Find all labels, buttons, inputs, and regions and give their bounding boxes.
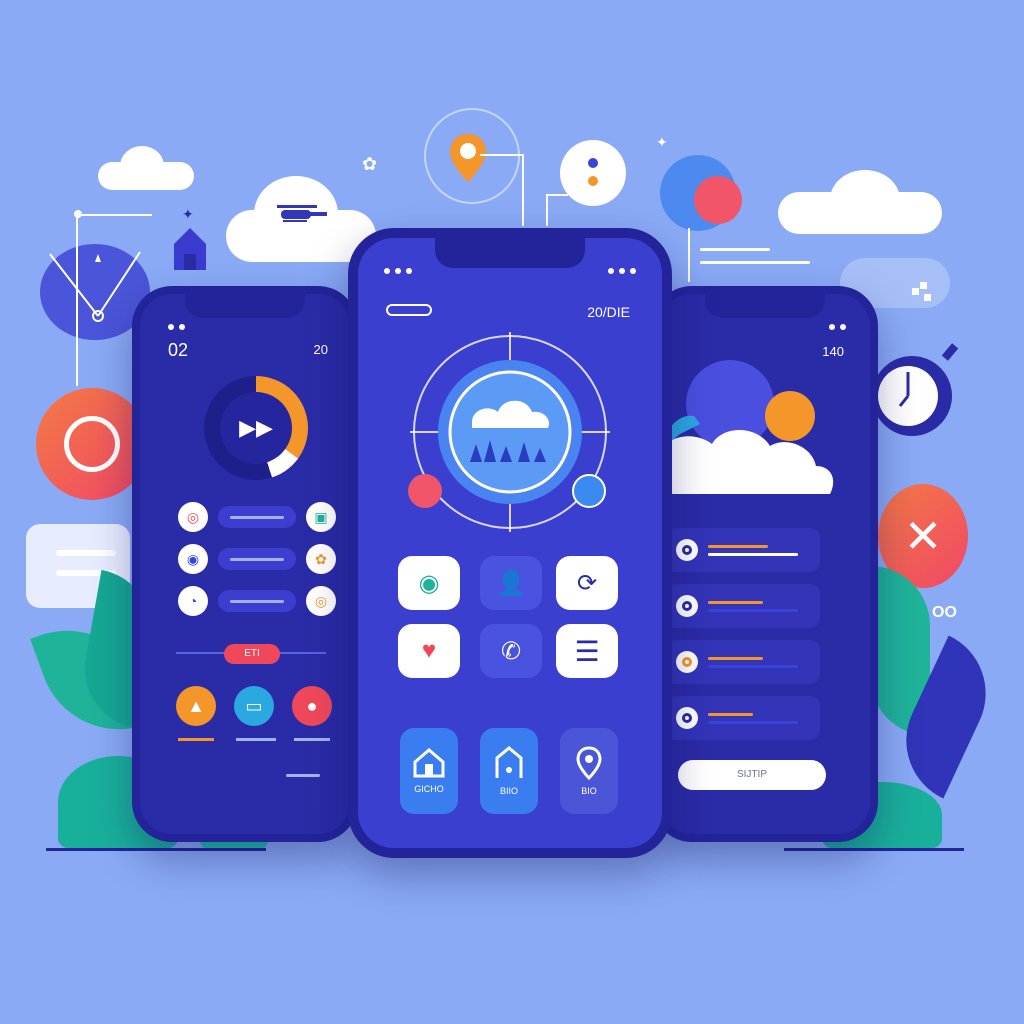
ground-line-left <box>46 848 266 851</box>
left-action-button[interactable]: ЕТІ <box>224 644 280 664</box>
header-label: 20/DIE <box>587 304 630 320</box>
warning-icon[interactable]: ▲ <box>176 686 216 726</box>
stopwatch-icon <box>872 334 962 446</box>
house-deco-icon <box>170 222 210 272</box>
right-corner-label: 20 <box>313 342 328 357</box>
hero-red-node[interactable] <box>408 474 442 508</box>
app-row-3[interactable]: ◔ ◎ <box>178 586 336 616</box>
tile-chat[interactable]: ✆ <box>480 624 542 678</box>
status-dots-left <box>384 268 412 274</box>
list-item[interactable] <box>666 584 820 628</box>
balloon-string <box>688 228 690 282</box>
tile-heart[interactable]: ♥ <box>398 624 460 678</box>
phone-notch <box>705 294 825 318</box>
list-item[interactable] <box>666 696 820 740</box>
image-icon[interactable]: ▭ <box>234 686 274 726</box>
list-item[interactable] <box>666 528 820 572</box>
swipe-indicator[interactable] <box>286 774 320 777</box>
dock-location-label: BIO <box>581 786 597 796</box>
badge-icon[interactable]: ● <box>292 686 332 726</box>
sparkle-icon-3: ✦ <box>182 206 194 222</box>
left-corner-label: 02 <box>168 340 189 360</box>
tile-circle[interactable]: ◉ <box>398 556 460 610</box>
sparkle-icon-2: ✦ <box>656 134 668 150</box>
bottom-right-text: OO <box>932 604 957 621</box>
blue-dot-icon <box>588 158 598 168</box>
connector-line-2 <box>546 194 568 226</box>
tile-user[interactable]: 👤 <box>480 556 542 610</box>
ground-line-right <box>784 848 964 851</box>
app-blue-icon[interactable]: ◉ <box>178 544 208 574</box>
left-phone: 02 20 ▶▶ ◎ ▣ ◉ ✿ ◔ ◎ ЕТІ ▲ ▭ ● <box>132 286 358 842</box>
list-item[interactable] <box>666 640 820 684</box>
home-icon <box>413 748 445 778</box>
app-row-1[interactable]: ◎ ▣ <box>178 502 336 532</box>
app-orange-icon-2[interactable]: ◎ <box>306 586 336 616</box>
weather-sun-cloud-icon <box>660 354 840 494</box>
location-pin-icon <box>576 746 602 780</box>
dock-house-label: BIIO <box>499 786 518 796</box>
house-icon <box>495 746 523 778</box>
play-forward-icon[interactable]: ▶▶ <box>239 415 273 441</box>
deco-lines <box>700 248 810 268</box>
app-orange-icon[interactable]: ✿ <box>306 544 336 574</box>
close-icon: ✕ <box>903 510 943 562</box>
connector-node <box>74 210 82 218</box>
app-row-2[interactable]: ◉ ✿ <box>178 544 336 574</box>
phone-notch <box>185 294 305 318</box>
center-phone: 20/DIE ◉ 👤 ⟳ ♥ ✆ ☰ GICHO BIIO BIO <box>348 228 672 858</box>
dock-home[interactable]: GICHO <box>400 728 458 814</box>
app-red-icon[interactable]: ◎ <box>178 502 208 532</box>
status-dots <box>829 324 846 330</box>
status-dots <box>168 324 185 330</box>
balloon-red <box>694 176 742 224</box>
row-bar <box>218 590 296 612</box>
status-dots-bubble <box>560 140 626 206</box>
row-bar <box>218 548 296 570</box>
caption-lines <box>178 738 330 752</box>
phone-notch <box>435 238 585 268</box>
hero-blue-node[interactable] <box>572 474 606 508</box>
app-blue-icon-2[interactable]: ◔ <box>178 586 208 616</box>
connector-line <box>480 154 524 226</box>
tile-sync[interactable]: ⟳ <box>556 556 618 610</box>
tile-menu[interactable]: ☰ <box>556 624 618 678</box>
ring-icon <box>64 416 120 472</box>
row-bar <box>218 506 296 528</box>
right-action-button[interactable]: SIJTIP <box>678 760 826 790</box>
dock-house[interactable]: BIIO <box>480 728 538 814</box>
dock-home-label: GICHO <box>414 784 444 794</box>
media-dial: ▶▶ <box>204 376 308 480</box>
menu-icon[interactable] <box>386 304 432 316</box>
right-phone: 140 SIJTIP <box>652 286 878 842</box>
cloud-top-right-puff <box>830 170 900 230</box>
dock-location[interactable]: BIO <box>560 728 618 814</box>
orange-dot-icon <box>588 176 598 186</box>
status-dots-right <box>608 268 636 274</box>
sparkle-icon: ✿ <box>362 154 378 174</box>
cloud-top-left-puff <box>120 146 164 186</box>
helicopter-icon <box>275 202 331 224</box>
app-teal-icon[interactable]: ▣ <box>306 502 336 532</box>
